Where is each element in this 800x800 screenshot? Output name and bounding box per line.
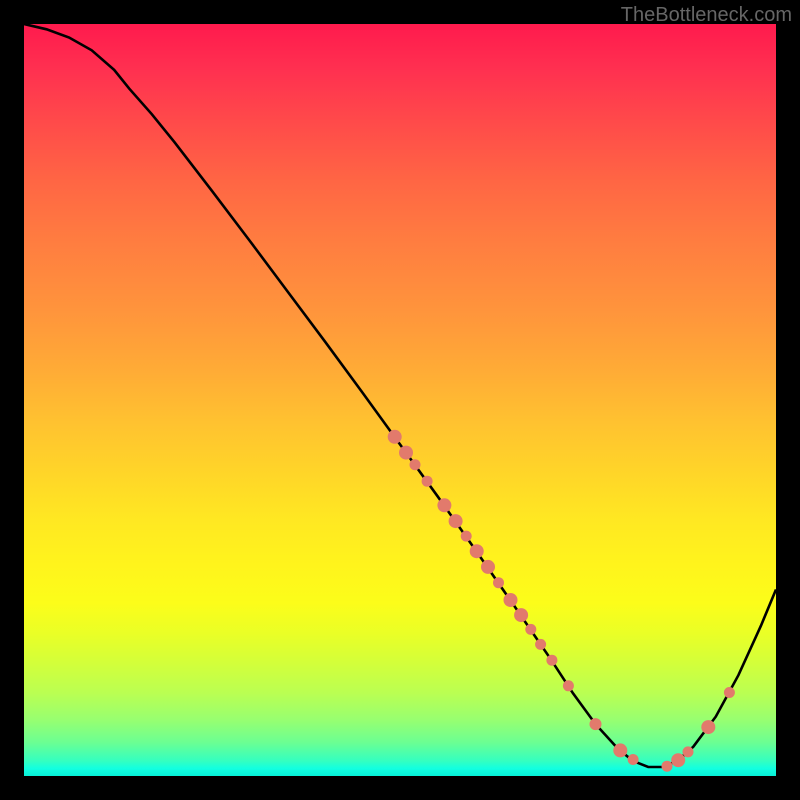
- data-point: [422, 476, 433, 487]
- data-point: [504, 593, 518, 607]
- data-point: [388, 430, 402, 444]
- data-point: [671, 753, 685, 767]
- data-point: [701, 720, 715, 734]
- data-point: [449, 514, 463, 528]
- data-point: [590, 718, 602, 730]
- data-point: [662, 761, 673, 772]
- chart-overlay: [24, 24, 776, 776]
- data-point: [563, 680, 574, 691]
- data-point: [724, 687, 735, 698]
- data-point: [546, 655, 557, 666]
- data-point: [535, 639, 546, 650]
- watermark-text: TheBottleneck.com: [621, 4, 792, 27]
- data-point: [683, 746, 694, 757]
- data-point: [493, 577, 504, 588]
- data-point: [525, 624, 536, 635]
- bottleneck-curve: [24, 24, 776, 767]
- data-point: [470, 544, 484, 558]
- data-point: [410, 459, 421, 470]
- data-point: [628, 754, 639, 765]
- data-point: [461, 531, 472, 542]
- data-points: [388, 430, 735, 772]
- data-point: [481, 560, 495, 574]
- data-point: [437, 498, 451, 512]
- data-point: [399, 446, 413, 460]
- data-point: [514, 608, 528, 622]
- data-point: [613, 743, 627, 757]
